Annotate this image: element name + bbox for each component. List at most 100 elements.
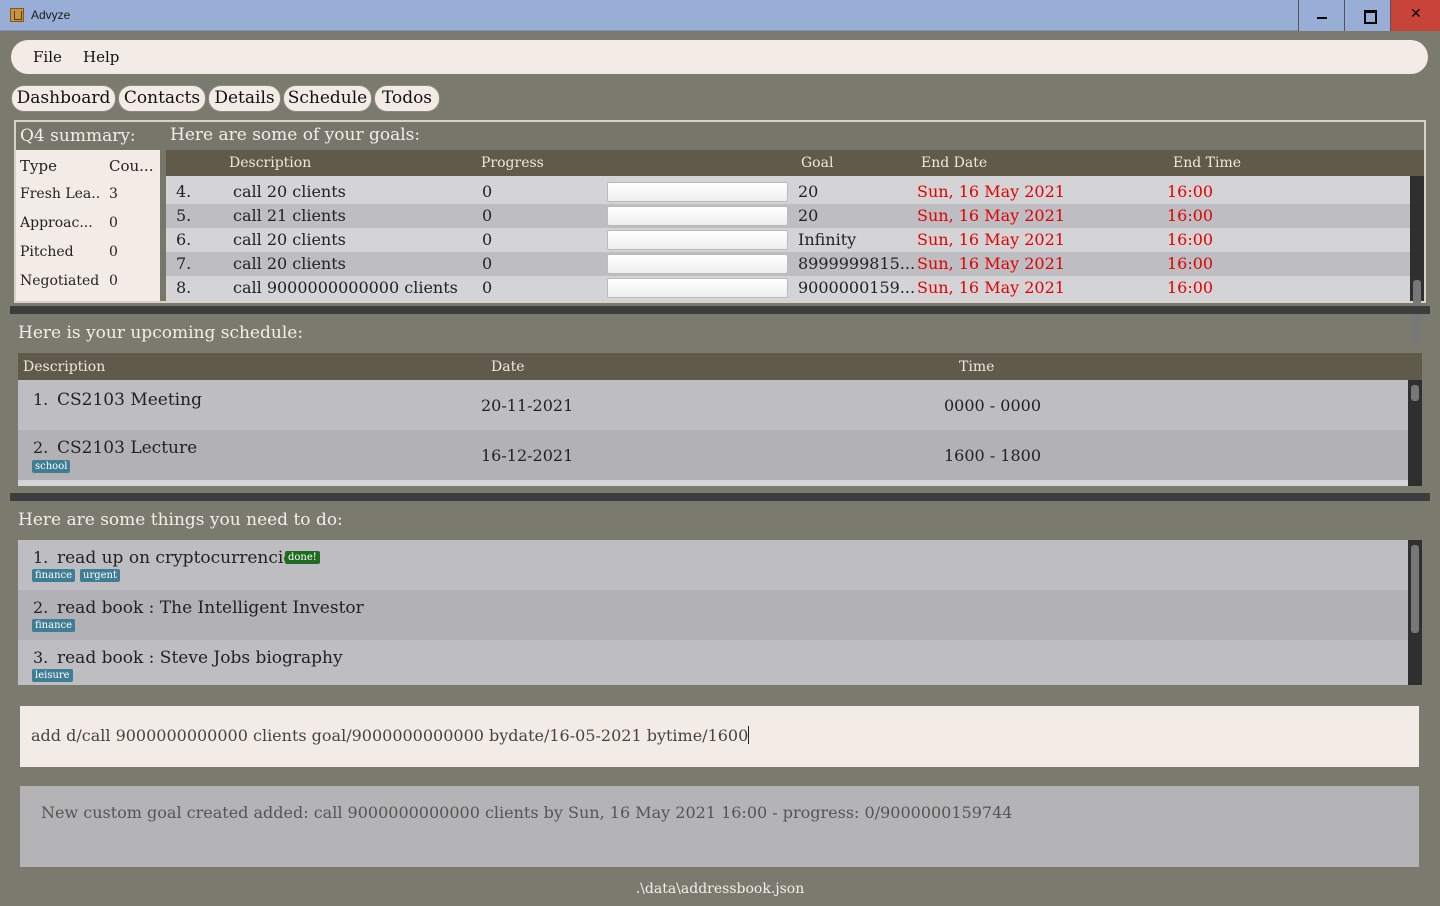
goal-description: call 20 clients — [233, 182, 346, 201]
goal-target: 8999999815... — [798, 254, 916, 273]
q4-count: 0 — [109, 273, 118, 289]
goals-col-end-date[interactable]: End Date — [921, 155, 987, 171]
goal-progress-value: 0 — [482, 182, 493, 201]
schedule-time: 1600 - 1800 — [944, 446, 1042, 465]
goal-target: 20 — [798, 206, 819, 225]
goal-end-date: Sun, 16 May 2021 — [917, 278, 1065, 297]
todo-row[interactable]: 3. read book : Steve Jobs biography leis… — [18, 640, 1408, 685]
goal-description: call 9000000000000 clients — [233, 278, 458, 297]
goal-progress-value: 0 — [482, 230, 493, 249]
schedule-title: Here is your upcoming schedule: — [18, 323, 304, 343]
todo-index: 3. — [33, 648, 49, 667]
goal-description: call 20 clients — [233, 254, 346, 273]
window-title: Advyze — [31, 8, 71, 22]
goals-title: Here are some of your goals: — [170, 125, 421, 145]
goal-index: 6. — [176, 230, 192, 249]
tab-dashboard[interactable]: Dashboard — [11, 85, 116, 112]
command-input[interactable]: add d/call 9000000000000 clients goal/90… — [31, 726, 750, 745]
goal-end-date: Sun, 16 May 2021 — [917, 206, 1065, 225]
goals-col-description[interactable]: Description — [229, 155, 311, 171]
goals-scrollbar[interactable] — [1410, 176, 1424, 348]
goal-end-time: 16:00 — [1167, 182, 1214, 201]
command-box[interactable]: add d/call 9000000000000 clients goal/90… — [20, 706, 1419, 767]
todo-text: read book : Steve Jobs biography — [57, 648, 343, 668]
menu-help[interactable]: Help — [83, 48, 119, 66]
schedule-description: CS2103 Lecture — [57, 438, 198, 458]
q4-type: Approac... — [20, 215, 93, 231]
q4-count: 0 — [109, 215, 118, 231]
schedule-list: 1. CS2103 Meeting 20-11-2021 0000 - 0000… — [18, 380, 1408, 486]
q4-row[interactable]: Fresh Lea... 3 — [16, 182, 160, 208]
goal-progress-bar — [607, 278, 788, 298]
minimize-button[interactable] — [1298, 0, 1344, 31]
q4-col-count[interactable]: Cou... — [109, 157, 153, 175]
tag-finance: finance — [32, 569, 76, 582]
goal-row[interactable]: 5. call 21 clients 0 20 Sun, 16 May 2021… — [166, 204, 1410, 228]
schedule-col-description[interactable]: Description — [23, 359, 105, 375]
q4-row[interactable]: Pitched 0 — [16, 240, 160, 266]
q4-row[interactable]: Negotiated 0 — [16, 269, 160, 295]
menu-file[interactable]: File — [33, 48, 62, 66]
tab-schedule[interactable]: Schedule — [283, 85, 372, 112]
done-badge: done! — [285, 551, 320, 564]
goal-progress-value: 0 — [482, 254, 493, 273]
todo-scroll-thumb[interactable] — [1411, 545, 1419, 633]
q4-col-type[interactable]: Type — [20, 157, 100, 175]
text-caret — [748, 726, 750, 744]
tab-contacts[interactable]: Contacts — [118, 85, 206, 112]
todo-text: read up on cryptocurrencies — [57, 548, 303, 568]
goal-end-date: Sun, 16 May 2021 — [917, 182, 1065, 201]
q4-summary-title: Q4 summary: — [20, 126, 136, 146]
result-message: New custom goal created added: call 9000… — [41, 803, 1013, 822]
schedule-col-date[interactable]: Date — [491, 359, 524, 375]
schedule-index: 1. — [33, 390, 49, 409]
maximize-button[interactable] — [1344, 0, 1390, 31]
todo-index: 2. — [33, 598, 49, 617]
goal-progress-bar — [607, 206, 788, 226]
goals-table-header: Description Progress Goal End Date End T… — [166, 150, 1424, 176]
goal-row[interactable]: 7. call 20 clients 0 8999999815... Sun, … — [166, 252, 1410, 276]
goal-end-date: Sun, 16 May 2021 — [917, 254, 1065, 273]
schedule-time: 0000 - 0000 — [944, 396, 1042, 415]
goal-row[interactable]: 6. call 20 clients 0 Infinity Sun, 16 Ma… — [166, 228, 1410, 252]
todo-scrollbar[interactable] — [1408, 540, 1422, 685]
goal-row[interactable]: 4. call 20 clients 0 20 Sun, 16 May 2021… — [166, 180, 1410, 204]
q4-count: 3 — [109, 186, 118, 202]
goals-col-end-time[interactable]: End Time — [1173, 155, 1241, 171]
goal-end-date: Sun, 16 May 2021 — [917, 230, 1065, 249]
goals-scroll-thumb[interactable] — [1413, 280, 1421, 348]
goal-progress-value: 0 — [482, 206, 493, 225]
goal-target: Infinity — [798, 230, 857, 249]
schedule-row-filler — [18, 480, 1408, 486]
result-display: New custom goal created added: call 9000… — [20, 786, 1419, 867]
goal-description: call 20 clients — [233, 230, 346, 249]
q4-row[interactable]: Approac... 0 — [16, 211, 160, 237]
goals-col-goal[interactable]: Goal — [801, 155, 833, 171]
schedule-col-time[interactable]: Time — [959, 359, 994, 375]
todo-row[interactable]: 2. read book : The Intelligent Investor … — [18, 590, 1408, 640]
q4-type: Pitched — [20, 244, 74, 260]
status-bar-save-path: .\data\addressbook.json — [635, 881, 805, 897]
goals-col-progress[interactable]: Progress — [481, 155, 544, 171]
tag-finance: finance — [32, 619, 76, 632]
tab-details[interactable]: Details — [208, 85, 281, 112]
schedule-description: CS2103 Meeting — [57, 390, 202, 410]
title-bar: Advyze ✕ — [0, 0, 1440, 31]
schedule-scrollbar[interactable] — [1408, 380, 1422, 486]
goal-progress-bar — [607, 254, 788, 274]
section-divider — [10, 306, 1430, 314]
schedule-row[interactable]: 2. CS2103 Lecture school 16-12-2021 1600… — [18, 430, 1408, 480]
tab-todos[interactable]: Todos — [374, 85, 440, 112]
dashboard-top-panel: Q4 summary: Type Cou... Fresh Lea... 3 A… — [14, 120, 1426, 348]
tag-leisure: leisure — [32, 669, 73, 682]
schedule-scroll-thumb[interactable] — [1411, 385, 1419, 401]
goal-target: 9000000159... — [798, 278, 916, 297]
goal-row[interactable]: 8. call 9000000000000 clients 0 90000001… — [166, 276, 1410, 300]
schedule-row[interactable]: 1. CS2103 Meeting 20-11-2021 0000 - 0000 — [18, 380, 1408, 430]
todo-row[interactable]: 1. read up on cryptocurrencies done! fin… — [18, 540, 1408, 590]
goal-progress-value: 0 — [482, 278, 493, 297]
goal-end-time: 16:00 — [1167, 254, 1214, 273]
close-button[interactable]: ✕ — [1390, 0, 1440, 31]
app-icon — [10, 8, 24, 22]
section-divider — [10, 493, 1430, 501]
